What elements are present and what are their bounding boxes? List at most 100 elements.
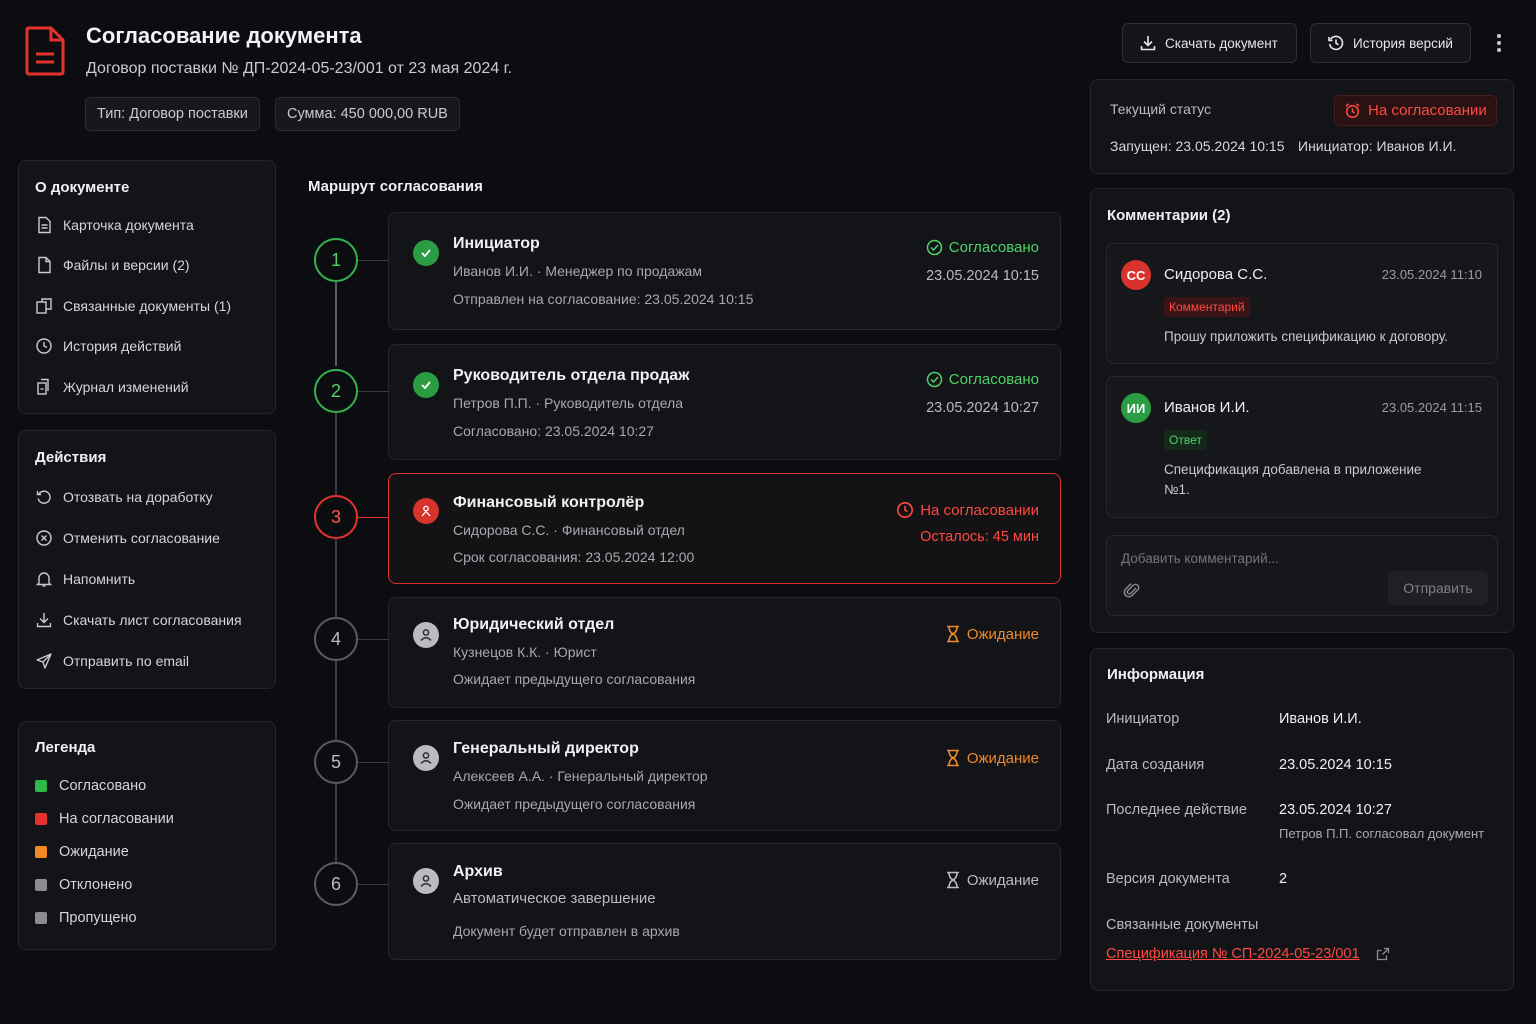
action-send-email[interactable]: Отправить по email	[35, 652, 189, 670]
hourglass-icon	[945, 625, 961, 643]
version-history-label: История версий	[1353, 35, 1453, 51]
comment-item: ИИ Иванов И.И. 23.05.2024 11:15 Ответ Сп…	[1106, 376, 1498, 518]
avatar: СС	[1121, 260, 1151, 290]
step-assignee: Иванов И.И. · Менеджер по продажам	[453, 263, 702, 279]
download-icon	[1139, 34, 1157, 52]
step-name: Юридический отдел	[453, 616, 615, 633]
download-document-label: Скачать документ	[1165, 35, 1278, 51]
route-step-initiator[interactable]: Инициатор Иванов И.И. · Менеджер по прод…	[388, 212, 1061, 330]
comment-time: 23.05.2024 11:15	[1381, 400, 1482, 415]
document-icon	[24, 26, 66, 76]
status-badge: На согласовании	[1334, 95, 1497, 126]
action-return-for-revision[interactable]: Отозвать на доработку	[35, 488, 213, 506]
step-number: 4	[314, 617, 358, 661]
legend-item: Пропущено	[35, 910, 137, 926]
action-label: Отозвать на доработку	[63, 489, 213, 505]
comment-author: Иванов И.И.	[1164, 399, 1250, 416]
comment-author: Сидорова С.С.	[1164, 266, 1268, 283]
info-title: Информация	[1107, 666, 1205, 683]
step-status: Ожидание	[945, 871, 1039, 889]
linked-doc-title: Спецификация № СП-2024-05-23/001	[1106, 946, 1360, 962]
sidebar-item-label: Карточка документа	[63, 217, 194, 233]
comment-input[interactable]	[1121, 546, 1481, 570]
action-download-approval-sheet[interactable]: Скачать лист согласования	[35, 611, 242, 629]
step-number: 5	[314, 740, 358, 784]
info-key: Версия документа	[1106, 871, 1230, 887]
more-menu-icon[interactable]	[1490, 30, 1508, 56]
comment-text: Прошу приложить спецификацию к договору.	[1164, 329, 1448, 344]
sidebar-item-changelog[interactable]: Журнал изменений	[35, 378, 189, 396]
user-icon	[413, 622, 439, 648]
route-connector	[335, 413, 337, 495]
route-step-financial-controller[interactable]: Финансовый контролёр Сидорова С.С. · Фин…	[388, 473, 1061, 584]
hourglass-icon	[945, 871, 961, 889]
check-circle-icon	[926, 371, 943, 388]
about-panel: О документе Карточка документа Файлы и в…	[18, 160, 276, 414]
route-connector	[335, 661, 337, 740]
sidebar-item-label: Журнал изменений	[63, 379, 189, 395]
sidebar-item-label: История действий	[63, 338, 182, 354]
linked-doc-link[interactable]: Спецификация № СП-2024-05-23/001	[1106, 946, 1390, 962]
action-label: Напомнить	[63, 571, 136, 587]
doc-amount-chip: Сумма: 450 000,00 RUB	[275, 97, 460, 131]
step-assignee: Сидорова С.С. · Финансовый отдел	[453, 522, 685, 538]
clock-icon	[35, 337, 53, 355]
route-step-archive[interactable]: Архив Автоматическое завершение Документ…	[388, 843, 1061, 960]
info-value: 23.05.2024 10:27	[1279, 802, 1392, 818]
check-icon	[413, 372, 439, 398]
step-assignee: Алексеев А.А. · Генеральный директор	[453, 768, 708, 784]
step-number: 3	[314, 495, 358, 539]
page-subtitle: Договор поставки № ДП-2024-05-23/001 от …	[86, 60, 512, 77]
sidebar-item-linked-docs[interactable]: Связанные документы (1)	[35, 297, 231, 315]
step-status: Ожидание	[945, 749, 1039, 767]
doc-type-chip: Тип: Договор поставки	[85, 97, 260, 131]
actions-panel: Действия Отозвать на доработку Отменить …	[18, 430, 276, 689]
version-history-button[interactable]: История версий	[1310, 23, 1471, 63]
info-key: Последнее действие	[1106, 802, 1247, 818]
step-note: Документ будет отправлен в архив	[453, 923, 680, 939]
step-assignee: Автоматическое завершение	[453, 890, 656, 907]
step-number: 1	[314, 238, 358, 282]
comment-time: 23.05.2024 11:10	[1381, 267, 1482, 282]
action-cancel-approval[interactable]: Отменить согласование	[35, 529, 220, 547]
actions-title: Действия	[35, 449, 107, 466]
page-title: Согласование документа	[86, 23, 362, 48]
action-label: Скачать лист согласования	[63, 612, 242, 628]
attach-icon[interactable]	[1123, 581, 1141, 599]
check-icon	[413, 240, 439, 266]
info-key: Дата создания	[1106, 757, 1205, 773]
info-key: Инициатор	[1106, 711, 1180, 727]
route-title: Маршрут согласования	[308, 178, 483, 195]
step-note: Отправлен на согласование: 23.05.2024 10…	[453, 291, 754, 307]
step-note: Срок согласования: 23.05.2024 12:00	[453, 549, 695, 565]
avatar: ИИ	[1121, 393, 1151, 423]
comment-text: Спецификация добавлена в приложение №1.	[1164, 462, 1422, 497]
download-document-button[interactable]: Скачать документ	[1122, 23, 1297, 63]
comments-title: Комментарии (2)	[1107, 207, 1231, 224]
comment-tag: Ответ	[1164, 430, 1207, 450]
sidebar-item-files[interactable]: Файлы и версии (2)	[35, 256, 190, 274]
route-step-legal[interactable]: Юридический отдел Кузнецов К.К. · Юрист …	[388, 597, 1061, 708]
route-step-ceo[interactable]: Генеральный директор Алексеев А.А. · Ген…	[388, 720, 1061, 831]
legend-item: Ожидание	[35, 844, 129, 860]
action-remind[interactable]: Напомнить	[35, 570, 135, 588]
step-time: 23.05.2024 10:15	[926, 268, 1039, 284]
send-comment-button[interactable]: Отправить	[1388, 571, 1488, 605]
step-status: Ожидание	[945, 625, 1039, 643]
alarm-clock-icon	[1344, 102, 1361, 119]
undo-icon	[35, 488, 53, 506]
route-connector	[335, 282, 337, 366]
file-icon	[35, 256, 53, 274]
legend-item: На согласовании	[35, 811, 174, 827]
route-step-sales-head[interactable]: Руководитель отдела продаж Петров П.П. ·…	[388, 344, 1061, 460]
user-icon	[413, 745, 439, 771]
sidebar-item-document-card[interactable]: Карточка документа	[35, 216, 194, 234]
started-at: Запущен: 23.05.2024 10:15	[1110, 138, 1285, 154]
step-name: Финансовый контролёр	[453, 494, 645, 511]
step-name: Генеральный директор	[453, 740, 639, 757]
step-number: 2	[314, 369, 358, 413]
sidebar-item-action-history[interactable]: История действий	[35, 337, 181, 355]
sidebar-item-label: Файлы и версии (2)	[63, 257, 190, 273]
info-value: 23.05.2024 10:15	[1279, 757, 1392, 773]
clock-icon	[896, 501, 914, 519]
